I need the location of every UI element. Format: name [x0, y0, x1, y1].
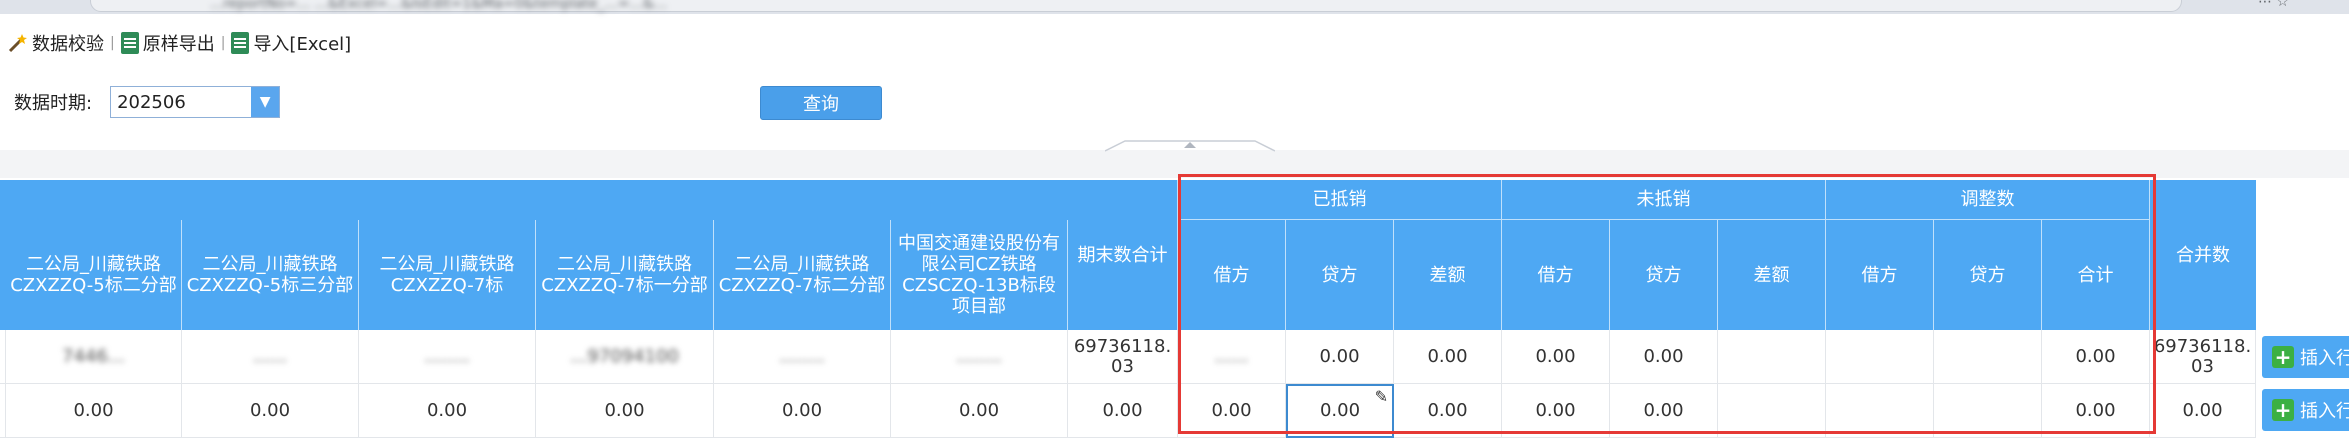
spreadsheet-icon — [231, 32, 250, 54]
plus-icon: + — [2272, 346, 2294, 368]
table-cell[interactable] — [1826, 384, 1934, 438]
table-cell-merged[interactable]: 69736118.03 — [2150, 330, 2256, 384]
insert-row-button[interactable]: + 插入行 — [2262, 336, 2349, 378]
table-cell-editing[interactable]: 0.00 ✎ — [1286, 384, 1394, 438]
table-cell[interactable]: ...... — [182, 330, 359, 384]
table-cell-total[interactable]: 0.00 — [1068, 384, 1178, 438]
column-header-merged[interactable]: 合并数 — [2150, 180, 2256, 330]
sub-header-adjust-debit[interactable]: 借方 — [1826, 220, 1934, 330]
table-cell[interactable]: 0.00 — [1394, 330, 1502, 384]
table-cell[interactable]: 0.00 — [359, 384, 536, 438]
table-cell[interactable]: 0.00 — [1178, 384, 1286, 438]
filter-bar: 数据时期: 202506 ▼ — [14, 86, 281, 118]
import-excel-label: 导入[Excel] — [253, 34, 352, 55]
grid-header-banner — [0, 180, 1178, 220]
sub-header-unoffset-diff[interactable]: 差额 — [1718, 220, 1826, 330]
table-cell[interactable]: ........ — [891, 330, 1068, 384]
period-select[interactable]: 202506 ▼ — [110, 86, 281, 118]
cell-value: ........ — [956, 345, 1002, 367]
cell-value: ...... — [252, 345, 288, 367]
collapse-panel-handle[interactable] — [1105, 140, 1275, 152]
period-value: 202506 — [117, 91, 186, 113]
table-cell[interactable]: 0.00 — [1502, 330, 1610, 384]
group-header-adjust: 调整数 — [1826, 180, 2150, 220]
table-cell[interactable]: ...... — [1178, 330, 1286, 384]
column-header[interactable]: 二公局_川藏铁路CZXZZQ-7标一分部 — [536, 220, 714, 330]
table-cell[interactable]: 0.00 — [182, 384, 359, 438]
sub-header-offset-credit[interactable]: 贷方 — [1286, 220, 1394, 330]
cell-value: ...... — [1214, 345, 1249, 367]
insert-row-button[interactable]: + 插入行 — [2262, 389, 2349, 431]
section-divider-band — [0, 150, 2349, 178]
collapse-arrow-icon — [1105, 140, 1275, 152]
magic-wand-icon — [8, 34, 27, 53]
table-cell[interactable]: ........ — [359, 330, 536, 384]
table-cell[interactable]: 0.00 — [2042, 384, 2150, 438]
table-cell[interactable]: 0.00 — [1394, 384, 1502, 438]
sub-header-offset-debit[interactable]: 借方 — [1178, 220, 1286, 330]
table-cell[interactable] — [1826, 330, 1934, 384]
table-cell-total[interactable]: 69736118.03 — [1068, 330, 1178, 384]
table-cell[interactable]: 7446... — [6, 330, 182, 384]
table-cell[interactable] — [1934, 330, 2042, 384]
column-header[interactable]: 二公局_川藏铁路CZXZZQ-5标二分部 — [6, 220, 182, 330]
group-header-offset: 已抵销 — [1178, 180, 1502, 220]
table-cell[interactable] — [1718, 330, 1826, 384]
column-header[interactable]: 二公局_川藏铁路CZXZZQ-5标三分部 — [182, 220, 359, 330]
table-cell[interactable]: 0.00 — [1610, 384, 1718, 438]
insert-row-label: 插入行 — [2300, 401, 2349, 422]
cell-value: ........ — [779, 345, 825, 367]
sub-header-unoffset-credit[interactable]: 贷方 — [1610, 220, 1718, 330]
query-button[interactable]: 查询 — [760, 86, 882, 120]
table-cell[interactable]: 0.00 — [6, 384, 182, 438]
cell-value: 0.00 — [1319, 400, 1361, 421]
sub-header-adjust-credit[interactable]: 贷方 — [1934, 220, 2042, 330]
report-toolbar: 数据校验 | 原样导出 | 导入[Excel] — [0, 30, 357, 56]
cell-value: ...97094100 — [570, 345, 679, 367]
validate-data-button[interactable]: 数据校验 — [0, 30, 110, 56]
table-cell[interactable] — [1718, 384, 1826, 438]
column-header-period-total[interactable]: 期末数合计 — [1068, 180, 1178, 330]
url-text: ...reportNo=... ...&Excel=...&IsEdit=1&M… — [210, 0, 668, 12]
table-cell[interactable]: 0.00 — [714, 384, 891, 438]
table-cell[interactable]: ...97094100 — [536, 330, 714, 384]
column-header[interactable]: 二公局_川藏铁路CZXZZQ-7标 — [359, 220, 536, 330]
cell-value: ........ — [424, 345, 470, 367]
plus-icon: + — [2272, 399, 2294, 421]
table-cell[interactable]: 0.00 — [891, 384, 1068, 438]
cell-value: 7446... — [62, 345, 125, 367]
table-cell[interactable]: 0.00 — [1502, 384, 1610, 438]
sub-header-unoffset-debit[interactable]: 借方 — [1502, 220, 1610, 330]
spreadsheet-icon — [120, 32, 139, 54]
period-label: 数据时期: — [14, 93, 93, 114]
table-cell-merged[interactable]: 0.00 — [2150, 384, 2256, 438]
browser-menu-icons[interactable]: ⋯ ☆ — [2258, 0, 2289, 10]
table-cell[interactable]: 0.00 — [1286, 330, 1394, 384]
column-header[interactable]: 中国交通建设股份有限公司CZ铁路CZSCZQ-13B标段项目部 — [891, 220, 1068, 330]
column-header[interactable]: 二公局_川藏铁路CZXZZQ-7标二分部 — [714, 220, 891, 330]
validate-data-label: 数据校验 — [32, 34, 104, 55]
sub-header-offset-diff[interactable]: 差额 — [1394, 220, 1502, 330]
import-excel-button[interactable]: 导入[Excel] — [225, 30, 357, 56]
table-cell[interactable]: ........ — [714, 330, 891, 384]
pencil-icon: ✎ — [1374, 387, 1388, 406]
sub-header-adjust-total[interactable]: 合计 — [2042, 220, 2150, 330]
browser-address-bar: ...reportNo=... ...&Excel=...&IsEdit=1&M… — [0, 0, 2349, 14]
table-cell[interactable]: 0.00 — [536, 384, 714, 438]
table-cell[interactable]: 0.00 — [1610, 330, 1718, 384]
group-header-unoffset: 未抵销 — [1502, 180, 1826, 220]
table-cell[interactable]: 0.00 — [2042, 330, 2150, 384]
export-original-label: 原样导出 — [142, 34, 215, 55]
export-original-button[interactable]: 原样导出 — [115, 30, 221, 56]
table-cell[interactable] — [1934, 384, 2042, 438]
chevron-down-icon[interactable]: ▼ — [251, 87, 280, 117]
insert-row-label: 插入行 — [2300, 348, 2349, 369]
